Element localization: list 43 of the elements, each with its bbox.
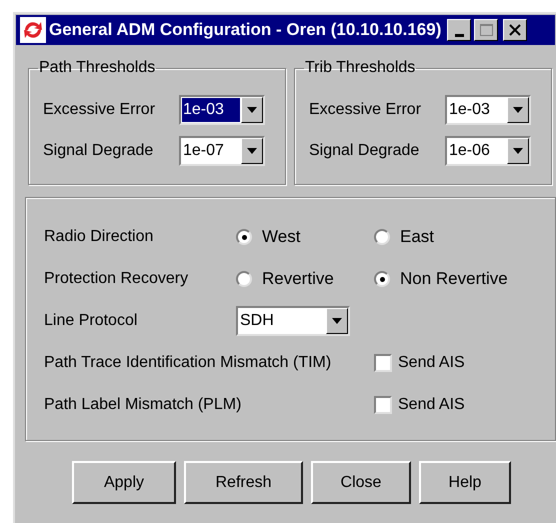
radio-button[interactable] (236, 271, 252, 287)
dropdown-arrow-icon (332, 318, 342, 324)
setting-label: Path Trace Identification Mismatch (TIM) (44, 353, 332, 373)
dialog-button[interactable]: Refresh (184, 461, 303, 504)
minimize-button[interactable] (447, 19, 472, 41)
group-title: Trib Thresholds (304, 59, 416, 77)
dialog-button[interactable]: Help (419, 461, 511, 504)
close-button[interactable] (503, 19, 528, 41)
threshold-dropdown[interactable]: 1e-03 (179, 95, 265, 125)
checkbox[interactable] (374, 354, 392, 372)
option-label: Send AIS (398, 395, 465, 415)
window-title: General ADM Configuration - Oren (10.10.10.169) (49, 19, 442, 42)
threshold-dropdown[interactable]: 1e-06 (445, 136, 531, 166)
checkbox[interactable] (374, 396, 392, 414)
dropdown-arrow-icon (513, 148, 523, 154)
setting-label: Protection Recovery (44, 269, 190, 289)
field-label: Signal Degrade (309, 141, 420, 161)
threshold-dropdown[interactable]: 1e-07 (179, 136, 265, 166)
app-logo-icon (20, 17, 46, 43)
field-label: Excessive Error (43, 100, 156, 120)
dropdown-arrow-icon (247, 107, 257, 113)
group-title: Path Thresholds (38, 59, 156, 77)
setting-label: Path Label Mismatch (PLM) (44, 395, 242, 415)
radio-button[interactable] (374, 271, 390, 287)
option-label: West (262, 226, 300, 248)
protocol-dropdown[interactable]: SDH (236, 306, 350, 336)
option-label: Revertive (262, 268, 334, 290)
field-label: Signal Degrade (43, 141, 154, 161)
option-label: East (400, 226, 434, 248)
field-label: Excessive Error (309, 100, 422, 120)
setting-label: Radio Direction (44, 227, 154, 247)
option-label: Non Revertive (400, 268, 508, 290)
radio-button[interactable] (236, 229, 252, 245)
dropdown-arrow-icon (247, 148, 257, 154)
dropdown-arrow-icon (513, 107, 523, 113)
threshold-dropdown[interactable]: 1e-03 (445, 95, 531, 125)
setting-label: Line Protocol (44, 311, 138, 331)
option-label: Send AIS (398, 353, 465, 373)
dialog-button[interactable]: Apply (72, 461, 176, 504)
maximize-button[interactable] (474, 19, 498, 41)
close-icon (509, 24, 522, 36)
dialog-button[interactable]: Close (311, 461, 411, 504)
radio-button[interactable] (374, 229, 390, 245)
